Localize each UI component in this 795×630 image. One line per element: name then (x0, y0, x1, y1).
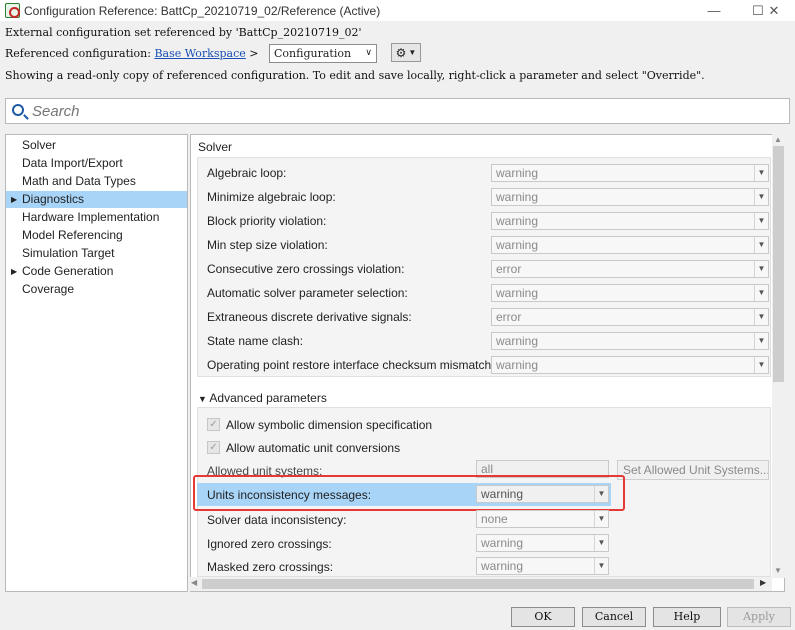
auto-solver-param-dropdown[interactable]: warning ▼ (491, 284, 769, 302)
close-button[interactable]: ✕ (756, 0, 792, 21)
expand-arrow-icon[interactable]: ▶ (11, 191, 17, 208)
tree-item-data-import-export[interactable]: Data Import/Export (6, 155, 187, 172)
tree-item-model-referencing[interactable]: Model Referencing (6, 227, 187, 244)
chevron-down-icon: ▼ (754, 285, 768, 301)
scroll-down-icon[interactable]: ▼ (774, 566, 782, 575)
vertical-scrollbar[interactable]: ▲ ▼ (772, 134, 785, 578)
read-only-notice: Showing a read-only copy of referenced c… (5, 69, 705, 82)
masked-zero-crossings-dropdown[interactable]: warning ▼ (476, 557, 609, 575)
param-label: Operating point restore interface checks… (207, 358, 495, 372)
chevron-down-icon: ▼ (754, 237, 768, 253)
chevron-down-icon: ▼ (594, 558, 608, 574)
chevron-down-icon: ∨ (365, 48, 372, 58)
ok-button[interactable]: OK (511, 607, 575, 627)
tree-item-coverage[interactable]: Coverage (6, 281, 187, 298)
chevron-down-icon: ▼ (594, 535, 608, 551)
param-label: Ignored zero crossings: (207, 537, 332, 551)
search-icon (12, 104, 24, 116)
param-label: Minimize algebraic loop: (207, 190, 336, 204)
referenced-config-label: Referenced configuration: (5, 47, 151, 60)
param-label: Automatic solver parameter selection: (207, 286, 408, 300)
search-box[interactable] (5, 98, 790, 124)
collapse-arrow-icon: ▼ (198, 394, 210, 404)
expand-arrow-icon[interactable]: ▶ (11, 263, 17, 280)
consecutive-zero-crossings-dropdown[interactable]: error ▼ (491, 260, 769, 278)
tree-item-math-data-types[interactable]: Math and Data Types (6, 173, 187, 190)
scroll-left-icon[interactable]: ◀ (191, 578, 197, 587)
config-actions-button[interactable]: ⚙ ▼ (391, 43, 421, 62)
checkbox-label: Allow automatic unit conversions (226, 441, 401, 455)
breadcrumb-separator: > (249, 47, 259, 60)
referenced-config-line: Referenced configuration: Base Workspace… (5, 47, 258, 60)
chevron-down-icon: ▼ (754, 357, 768, 373)
base-workspace-link[interactable]: Base Workspace (154, 47, 245, 60)
op-point-checksum-dropdown[interactable]: warning ▼ (491, 356, 769, 374)
state-name-clash-dropdown[interactable]: warning ▼ (491, 332, 769, 350)
minimize-button[interactable]: — (694, 0, 734, 21)
horizontal-scroll-thumb[interactable] (202, 579, 754, 589)
solver-data-inconsistency-dropdown[interactable]: none ▼ (476, 510, 609, 528)
ignored-zero-crossings-dropdown[interactable]: warning ▼ (476, 534, 609, 552)
dropdown-arrow-icon: ▼ (408, 48, 417, 57)
tree-item-solver[interactable]: Solver (6, 137, 187, 154)
gear-icon: ⚙ (395, 45, 407, 60)
extraneous-discrete-derivative-dropdown[interactable]: error ▼ (491, 308, 769, 326)
param-label: Min step size violation: (207, 238, 328, 252)
block-priority-dropdown[interactable]: warning ▼ (491, 212, 769, 230)
configuration-select-value: Configuration (274, 47, 352, 60)
section-title-solver: Solver (198, 140, 233, 154)
tree-item-diagnostics[interactable]: ▶ Diagnostics (6, 191, 187, 208)
annotation-highlight-box (193, 475, 625, 511)
vertical-scroll-thumb[interactable] (773, 146, 784, 382)
tree-item-code-generation[interactable]: ▶ Code Generation (6, 263, 187, 280)
param-label: Masked zero crossings: (207, 560, 334, 574)
apply-button[interactable]: Apply (727, 607, 791, 627)
title-bar: Configuration Reference: BattCp_20210719… (0, 0, 795, 21)
scroll-up-icon[interactable]: ▲ (774, 135, 782, 144)
scroll-right-icon[interactable]: ▶ (760, 578, 766, 587)
external-config-info: External configuration set referenced by… (5, 26, 362, 39)
tree-item-simulation-target[interactable]: Simulation Target (6, 245, 187, 262)
chevron-down-icon: ▼ (754, 309, 768, 325)
allow-symbolic-dimension-checkbox[interactable]: ✓ (207, 418, 220, 431)
param-label: Block priority violation: (207, 214, 327, 228)
param-label: Algebraic loop: (207, 166, 287, 180)
help-button[interactable]: Help (653, 607, 721, 627)
simulink-config-icon (5, 3, 20, 18)
min-step-size-dropdown[interactable]: warning ▼ (491, 236, 769, 254)
tree-item-hardware-implementation[interactable]: Hardware Implementation (6, 209, 187, 226)
allow-unit-conversions-checkbox[interactable]: ✓ (207, 441, 220, 454)
checkbox-label: Allow symbolic dimension specification (226, 418, 433, 432)
param-label: Extraneous discrete derivative signals: (207, 310, 412, 324)
algebraic-loop-dropdown[interactable]: warning ▼ (491, 164, 769, 182)
param-label: Solver data inconsistency: (207, 513, 347, 527)
chevron-down-icon: ▼ (754, 189, 768, 205)
chevron-down-icon: ▼ (754, 261, 768, 277)
search-input[interactable] (32, 102, 772, 120)
set-allowed-unit-systems-button[interactable]: Set Allowed Unit Systems... (617, 460, 769, 480)
param-label: State name clash: (207, 334, 304, 348)
chevron-down-icon: ▼ (754, 165, 768, 181)
cancel-button[interactable]: Cancel (582, 607, 646, 627)
configuration-select[interactable]: Configuration ∨ (269, 44, 377, 63)
advanced-parameters-toggle[interactable]: ▼ Advanced parameters (198, 391, 327, 405)
chevron-down-icon: ▼ (754, 333, 768, 349)
chevron-down-icon: ▼ (754, 213, 768, 229)
horizontal-scrollbar[interactable]: ◀ ▶ (190, 577, 772, 591)
window-title: Configuration Reference: BattCp_20210719… (24, 4, 381, 18)
chevron-down-icon: ▼ (594, 511, 608, 527)
minimize-algebraic-loop-dropdown[interactable]: warning ▼ (491, 188, 769, 206)
category-tree: Solver Data Import/Export Math and Data … (5, 134, 188, 592)
param-label: Consecutive zero crossings violation: (207, 262, 405, 276)
